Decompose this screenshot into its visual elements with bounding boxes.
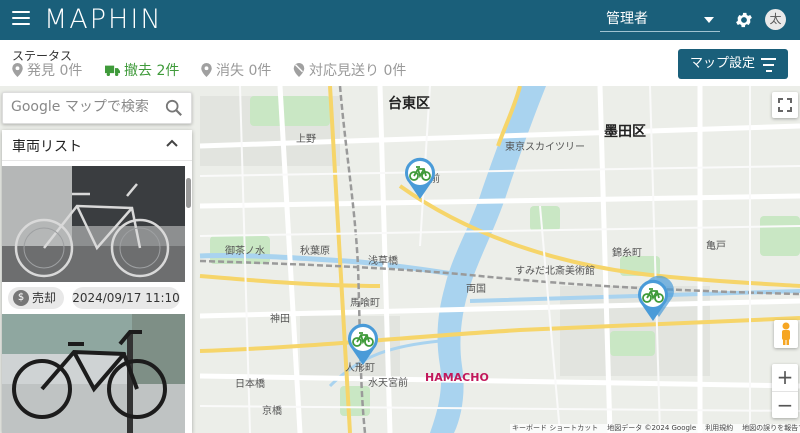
map-label-kameido: 亀戸	[706, 241, 726, 252]
status-label: 発見 0件	[27, 63, 83, 79]
map-label-sumida: 墨田区	[604, 124, 646, 140]
bicycle-map-pin[interactable]	[636, 278, 670, 322]
vehicle-status-row: $ 売却 2024/09/17 11:10	[2, 284, 185, 312]
map-search-box	[2, 92, 192, 124]
map-pin-icon	[12, 63, 23, 77]
map-data-credit: 地図データ ©2024 Google	[607, 424, 697, 432]
status-label: 撤去 2件	[124, 63, 180, 79]
status-filter-lost[interactable]: 消失 0件	[201, 62, 271, 80]
user-role-select[interactable]: 管理者	[600, 8, 720, 32]
user-role-label: 管理者	[606, 11, 648, 27]
report-error-link[interactable]: 地図の誤りを報告する	[742, 424, 800, 432]
map-label-ryogoku: 両国	[466, 284, 486, 295]
vehicle-list-title: 車両リスト	[12, 139, 82, 155]
keyboard-shortcuts-link[interactable]: キーボード ショートカット	[512, 424, 598, 432]
zoom-in-button[interactable]: +	[772, 364, 798, 392]
dollar-icon: $	[13, 290, 29, 306]
status-badge: $ 売却	[8, 287, 64, 309]
map-label-suitengumae: 水天宮前	[368, 378, 408, 389]
bicycle-photo[interactable]	[2, 314, 185, 433]
map-label-akihabara: 秋葉原	[300, 246, 330, 257]
street-view-button[interactable]	[774, 320, 798, 348]
chevron-up-icon[interactable]	[165, 138, 179, 148]
map-label-bakurocho: 馬喰町	[350, 298, 380, 309]
status-label: 消失 0件	[216, 63, 272, 79]
zoom-controls: + −	[772, 364, 798, 418]
fullscreen-button[interactable]	[772, 92, 798, 118]
map-label-kinshicho: 錦糸町	[612, 248, 642, 259]
map-label-asakusabashi: 浅草橋	[368, 256, 398, 267]
status-filter-skipped[interactable]: 対応見送り 0件	[293, 62, 406, 80]
caret-down-icon	[704, 17, 714, 23]
pegman-icon	[782, 322, 790, 345]
gear-icon[interactable]	[734, 10, 754, 30]
zoom-out-button[interactable]: −	[772, 392, 798, 419]
status-filter-found[interactable]: 発見 0件	[12, 62, 82, 80]
status-label: 対応見送り 0件	[309, 63, 407, 79]
bicycle-map-pin[interactable]	[403, 156, 437, 200]
list-scrollbar[interactable]	[186, 178, 191, 208]
app-logo[interactable]: MAPHIN	[44, 3, 163, 37]
vehicle-list-header[interactable]: 車両リスト	[2, 130, 192, 161]
search-icon[interactable]	[165, 99, 183, 117]
map-label-hamacho[interactable]: HAMACHO	[425, 372, 489, 384]
map-label-kanda: 神田	[270, 314, 290, 325]
status-filter-removed[interactable]: 撤去 2件	[105, 62, 179, 80]
map-label-kyobashi: 京橋	[262, 406, 282, 417]
truck-icon	[105, 65, 120, 76]
pin-off-icon	[293, 63, 305, 77]
avatar[interactable]: 太	[765, 9, 786, 30]
map-label-taito: 台東区	[388, 96, 430, 112]
bicycle-photo[interactable]	[2, 166, 185, 282]
filter-lines-icon	[761, 58, 776, 76]
terms-link[interactable]: 利用規約	[705, 424, 733, 432]
fullscreen-icon	[778, 98, 792, 112]
map-label-hokusai: すみだ北斎美術館	[515, 266, 595, 277]
menu-icon[interactable]	[12, 11, 30, 27]
map-attribution: キーボード ショートカット 地図データ ©2024 Google 利用規約 地図の誤り…	[510, 424, 800, 433]
bicycle-map-pin[interactable]	[346, 322, 380, 366]
map-label-ueno: 上野	[296, 134, 316, 145]
map-label-nihonbashi: 日本橋	[235, 379, 265, 390]
vehicle-list-panel: 車両リスト $ 売却 2024/09/17 11:10	[2, 130, 192, 433]
map-label-skytree: 東京スカイツリー	[505, 142, 585, 153]
map-pin-icon	[201, 63, 212, 77]
map-search-input[interactable]	[11, 99, 161, 115]
map-settings-label: マップ設定	[690, 56, 756, 71]
app-header: MAPHIN 管理者 太	[0, 0, 800, 40]
map-label-ochanomizu: 御茶ノ水	[225, 246, 265, 257]
map-settings-button[interactable]: マップ設定	[678, 49, 788, 79]
datetime-badge: 2024/09/17 11:10	[72, 287, 180, 309]
